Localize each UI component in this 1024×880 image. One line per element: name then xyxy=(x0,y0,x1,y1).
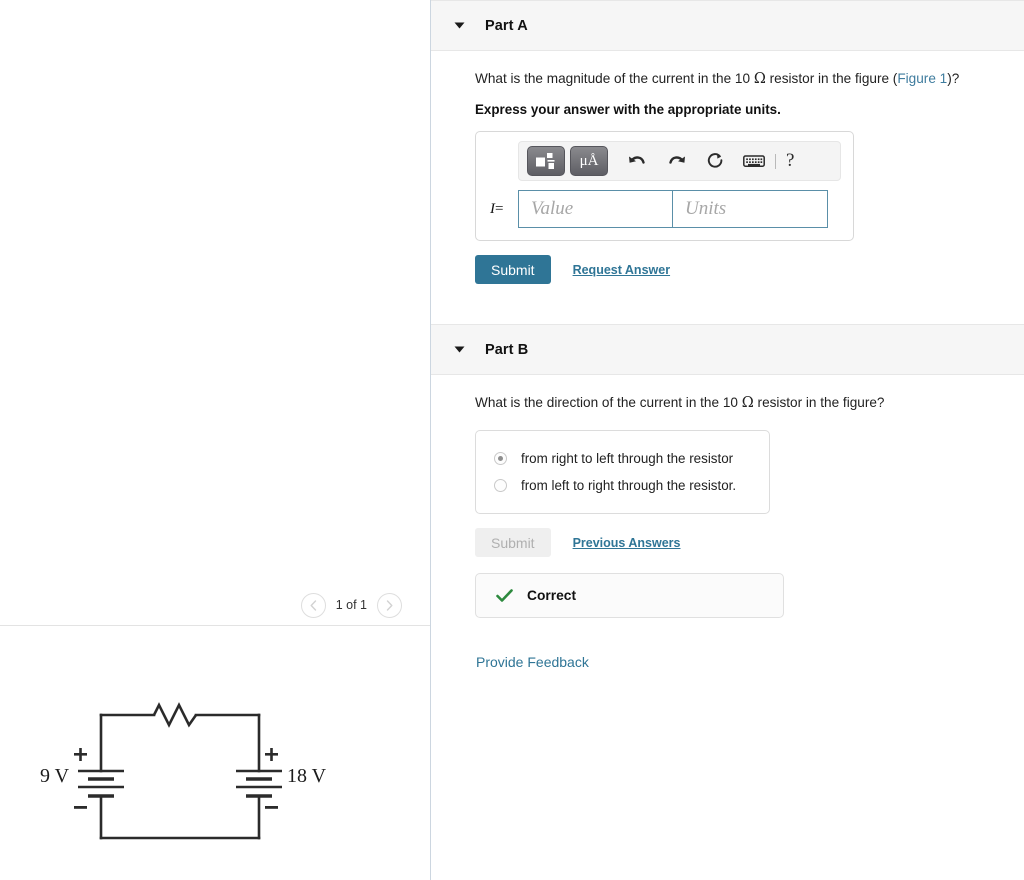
part-a-question-mid: resistor in the figure ( xyxy=(765,71,898,86)
caret-down-icon[interactable] xyxy=(451,346,467,353)
part-b-question: What is the direction of the current in … xyxy=(475,393,1024,414)
answer-equals: = xyxy=(495,200,504,217)
chevron-left-icon xyxy=(309,599,318,611)
answer-units-input[interactable] xyxy=(673,190,828,229)
ohm-symbol: Ω xyxy=(741,395,754,412)
part-a-actions: Submit Request Answer xyxy=(475,255,1024,285)
part-a-header[interactable]: Part A xyxy=(431,0,1024,51)
figure-1-link[interactable]: Figure 1 xyxy=(897,71,947,86)
part-b-title: Part B xyxy=(485,341,529,358)
ohm-symbol: Ω xyxy=(753,71,766,87)
part-a-answer-box: μÅ ? I= Value Units xyxy=(475,131,854,242)
part-a-answer-row: I= xyxy=(486,190,843,229)
check-icon xyxy=(496,588,513,603)
problem-panel: Part A What is the magnitude of the curr… xyxy=(431,0,1024,880)
undo-icon[interactable] xyxy=(622,146,652,176)
part-a-question-post: )? xyxy=(947,71,960,86)
part-b-submit-button[interactable]: Submit xyxy=(475,528,551,558)
figure-prev-button[interactable] xyxy=(300,592,326,618)
part-a-body: What is the magnitude of the current in … xyxy=(431,69,1024,285)
right-battery-label: 18 V xyxy=(287,765,327,787)
part-a-question: What is the magnitude of the current in … xyxy=(475,69,1024,90)
figure-area: 9 V 18 V xyxy=(0,626,430,880)
part-a-submit-button[interactable]: Submit xyxy=(475,255,551,285)
radio-button-1[interactable] xyxy=(494,452,507,466)
chevron-right-icon xyxy=(385,599,394,611)
figure-pager: 1 of 1 xyxy=(0,586,430,624)
part-b-result-box: Correct xyxy=(475,573,784,619)
part-b-header[interactable]: Part B xyxy=(431,324,1024,376)
part-b-actions: Submit Previous Answers xyxy=(475,528,1024,558)
part-b-choice-list: from right to left through the resistor … xyxy=(475,430,770,515)
left-battery-label: 9 V xyxy=(40,765,70,787)
previous-answers-link[interactable]: Previous Answers xyxy=(573,536,681,550)
units-template-label: μÅ xyxy=(579,152,599,169)
part-a-instruction: Express your answer with the appropriate… xyxy=(475,102,781,118)
math-toolbar: μÅ ? xyxy=(518,141,841,182)
page-root: 1 of 1 9 V 18 V Part A What is the magni… xyxy=(0,0,1024,880)
part-b-body: What is the direction of the current in … xyxy=(431,393,1024,670)
part-a-title: Part A xyxy=(485,17,528,34)
math-template-icon[interactable] xyxy=(527,146,565,177)
provide-feedback-link[interactable]: Provide Feedback xyxy=(476,654,589,670)
result-status-text: Correct xyxy=(527,588,577,604)
caret-down-icon[interactable] xyxy=(451,22,467,29)
units-template-icon[interactable]: μÅ xyxy=(570,146,608,177)
answer-variable-label: I= xyxy=(486,201,518,218)
circuit-diagram[interactable]: 9 V 18 V xyxy=(10,686,350,876)
choice-label-2: from left to right through the resistor. xyxy=(521,478,737,494)
redo-icon[interactable] xyxy=(661,146,691,176)
toolbar-separator xyxy=(775,153,776,169)
figure-page-label: 1 of 1 xyxy=(335,598,367,612)
choice-label-1: from right to left through the resistor xyxy=(521,451,734,467)
choice-option-1[interactable]: from right to left through the resistor xyxy=(476,445,769,472)
part-b-question-pre: What is the direction of the current in … xyxy=(475,395,742,411)
footer: Provide Feedback xyxy=(475,618,1024,670)
figure-next-button[interactable] xyxy=(377,592,402,618)
radio-button-2[interactable] xyxy=(494,479,507,493)
answer-value-input[interactable] xyxy=(518,190,673,229)
reset-icon[interactable] xyxy=(700,146,730,176)
choice-option-2[interactable]: from left to right through the resistor. xyxy=(476,472,769,499)
figure-panel: 1 of 1 9 V 18 V xyxy=(0,0,430,880)
part-a-question-pre: What is the magnitude of the current in … xyxy=(475,71,754,86)
keyboard-icon[interactable] xyxy=(739,146,769,176)
help-button[interactable]: ? xyxy=(782,150,798,172)
part-b-question-post: resistor in the figure? xyxy=(753,395,885,411)
request-answer-link[interactable]: Request Answer xyxy=(573,263,670,277)
